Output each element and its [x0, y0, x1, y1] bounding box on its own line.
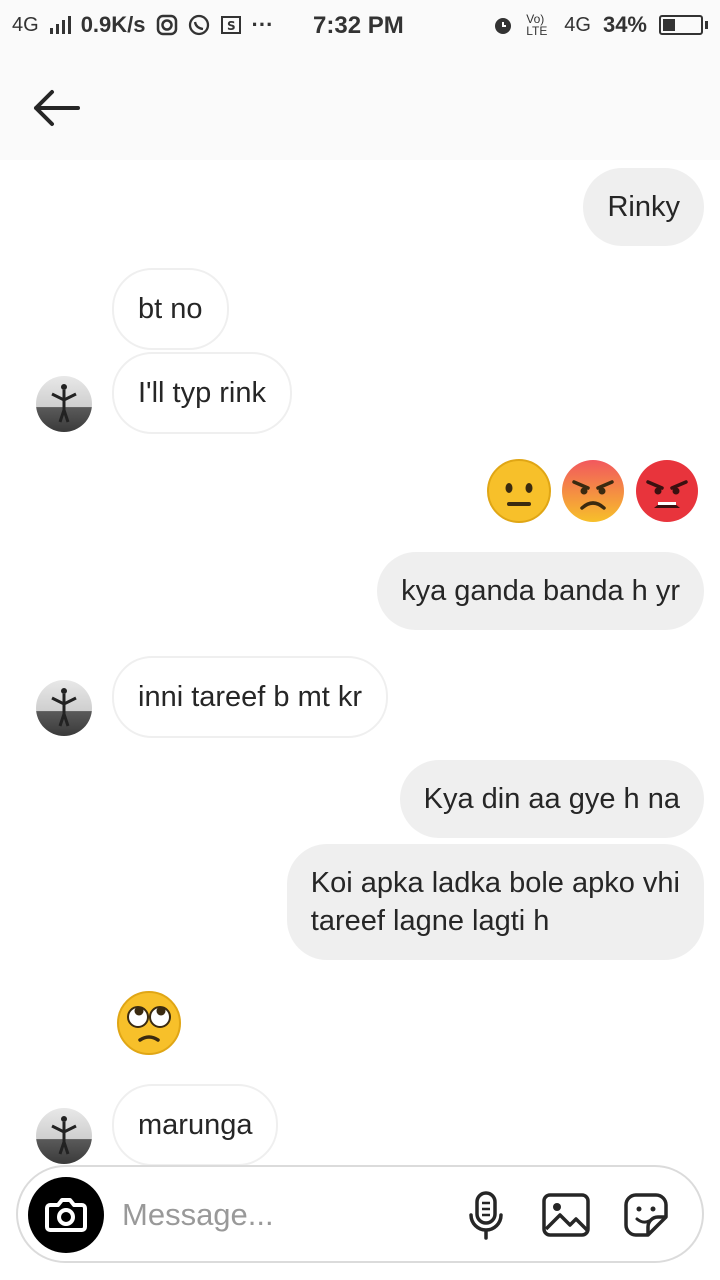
screenshot-icon: S: [220, 16, 241, 34]
pouting-face-icon: [636, 460, 698, 522]
status-bar: 4G 0.9K/s S ··· 7:32 PM Vo) LTE 4G 34%: [0, 0, 720, 50]
clock: 7:32 PM: [313, 12, 404, 39]
emoji-message[interactable]: [116, 990, 182, 1056]
alarm-icon: [495, 18, 512, 34]
svg-text:S: S: [227, 19, 236, 33]
battery-percent: 34%: [602, 12, 647, 37]
angry-face-icon: [562, 460, 624, 522]
message-bubble-incoming[interactable]: marunga: [112, 1084, 279, 1165]
microphone-icon[interactable]: [458, 1187, 514, 1243]
camera-icon: [45, 1198, 87, 1232]
chat-header: [0, 50, 720, 160]
network-label-left: 4G: [12, 13, 39, 36]
gallery-icon[interactable]: [538, 1187, 594, 1243]
message-bubble-incoming[interactable]: bt no: [112, 268, 229, 350]
message-bubble-incoming[interactable]: inni tareef b mt kr: [112, 656, 389, 738]
message-composer: [16, 1165, 704, 1263]
volte-label: Vo) LTE: [526, 12, 548, 38]
eye-roll-face-icon: [117, 991, 181, 1055]
person-silhouette-icon: [51, 384, 77, 423]
more-notifications: ···: [251, 12, 274, 37]
camera-button[interactable]: [28, 1177, 104, 1253]
message-bubble-outgoing[interactable]: Kya din aa gye h na: [399, 760, 704, 838]
message-input[interactable]: [122, 1191, 452, 1239]
battery-fill: [663, 19, 676, 31]
sticker-icon[interactable]: [618, 1187, 674, 1243]
neutral-face-icon: [487, 459, 551, 523]
network-label-right: 4G: [564, 13, 591, 36]
instagram-icon: [156, 14, 177, 36]
emoji-message[interactable]: [486, 458, 700, 524]
message-bubble-outgoing[interactable]: Rinky: [583, 168, 704, 246]
person-silhouette-icon: [51, 1116, 77, 1155]
signal-icon: [49, 16, 71, 34]
message-bubble-outgoing[interactable]: kya ganda banda h yr: [377, 552, 704, 630]
whatsapp-icon: [188, 14, 209, 36]
person-silhouette-icon: [51, 688, 77, 727]
message-thread[interactable]: Rinky bt no I'll typ rink kya ganda band…: [0, 160, 720, 1165]
avatar[interactable]: [36, 1108, 92, 1164]
message-bubble-outgoing[interactable]: Koi apka ladka bole apko vhi tareef lagn…: [286, 844, 704, 960]
avatar[interactable]: [36, 376, 92, 432]
battery-icon: [659, 15, 708, 35]
back-arrow-icon[interactable]: [28, 86, 84, 130]
avatar[interactable]: [36, 680, 92, 736]
message-bubble-incoming[interactable]: I'll typ rink: [112, 352, 293, 434]
network-speed: 0.9K/s: [80, 12, 146, 37]
